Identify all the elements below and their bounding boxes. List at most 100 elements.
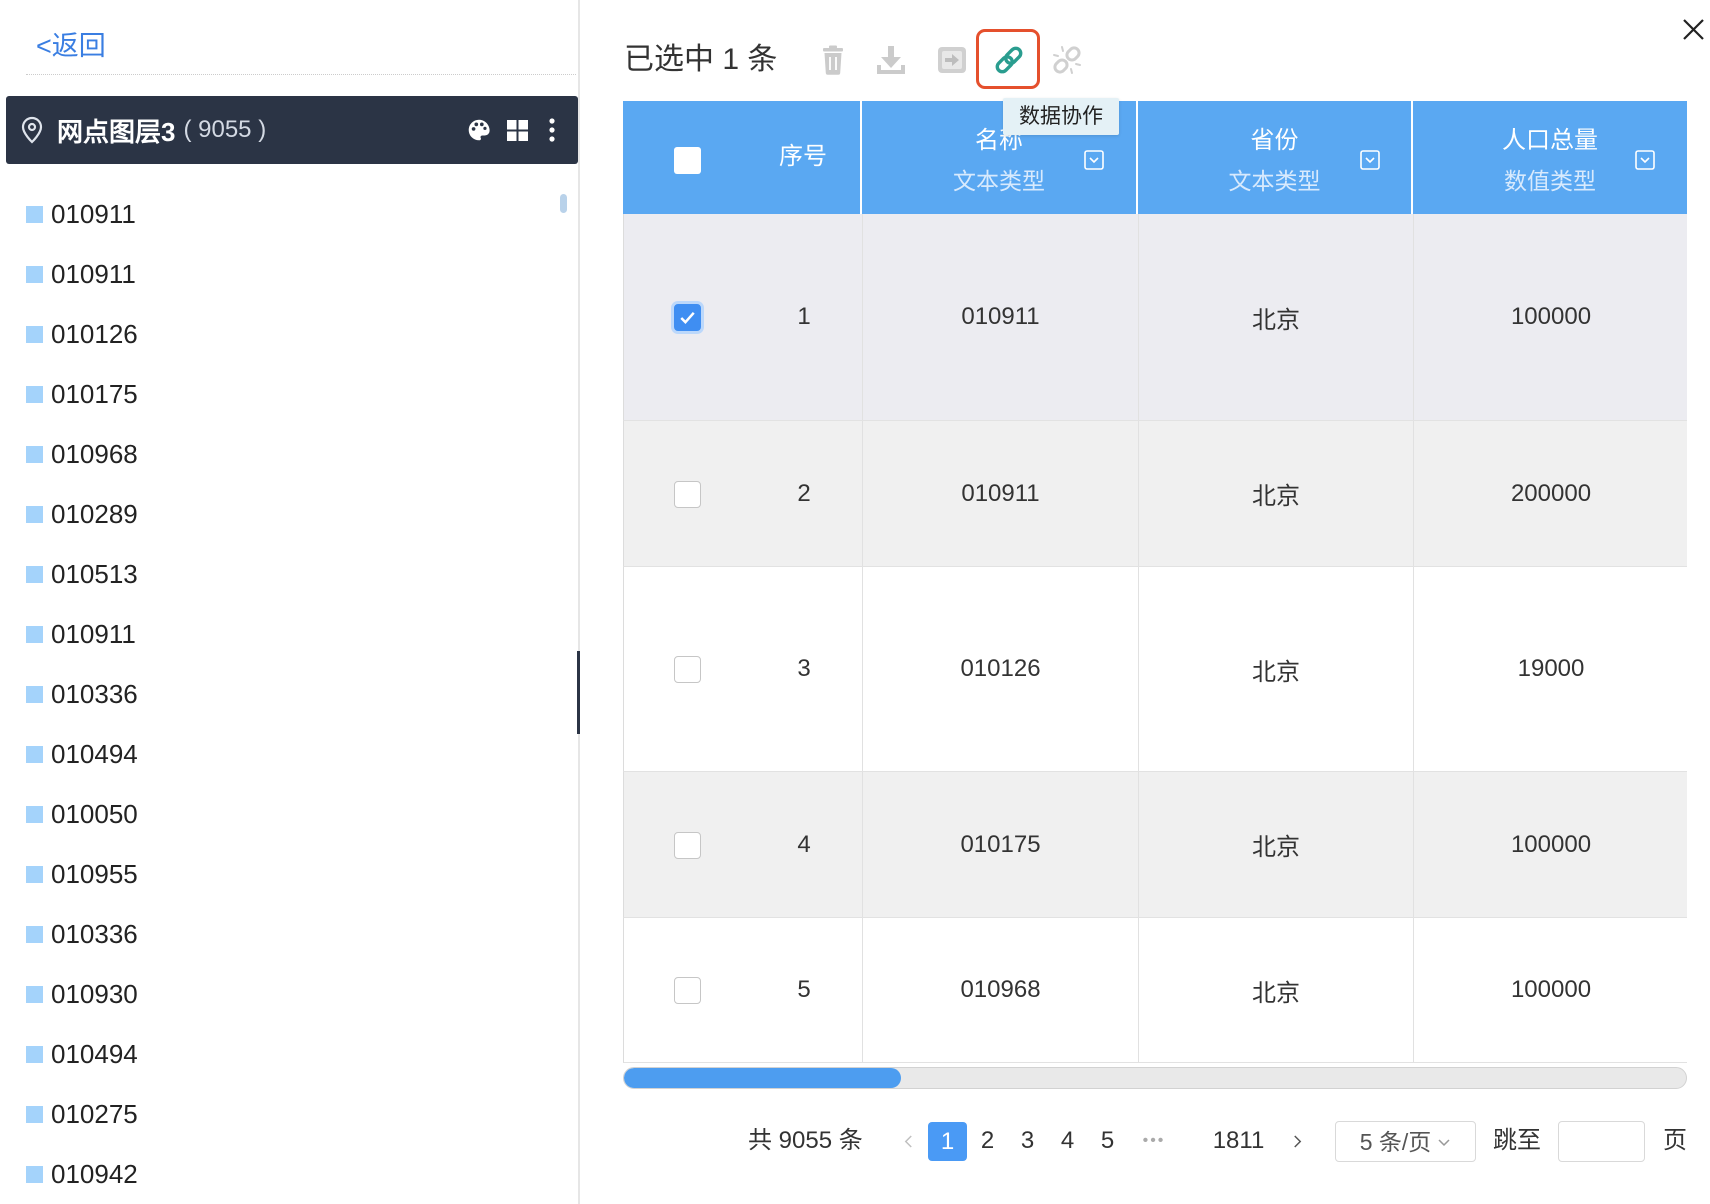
table-row[interactable]: 1 010911 北京 100000 (623, 214, 1687, 421)
jump-label: 跳至 (1493, 1127, 1541, 1154)
row-checkbox[interactable] (674, 656, 701, 683)
grid-icon[interactable] (507, 120, 528, 141)
layer-item-label: 010911 (51, 198, 136, 229)
layer-item-label: 010968 (51, 438, 138, 469)
table-row[interactable]: 5 010968 北京 100000 (623, 918, 1687, 1063)
column-filter-icon[interactable] (1360, 150, 1380, 170)
color-swatch (26, 385, 43, 403)
layer-list-item[interactable]: 010336 (0, 904, 556, 964)
color-swatch (26, 565, 43, 583)
page-size-select[interactable]: 5 条/页 (1335, 1121, 1476, 1162)
page-button-last[interactable]: 1811 (1206, 1121, 1271, 1161)
layer-list-item[interactable]: 010955 (0, 844, 556, 904)
download-icon[interactable] (874, 43, 908, 77)
cell-index: 2 (624, 421, 863, 566)
page-button[interactable]: 2 (968, 1121, 1007, 1161)
panel-scrollbar-thumb[interactable] (577, 651, 580, 734)
layer-list-item[interactable]: 010513 (0, 544, 556, 604)
data-table: 序号 名称 文本类型 省份 文本类型 人口总量 数值类型 1 010911 北京 10… (623, 101, 1687, 1063)
layer-list-item[interactable]: 010494 (0, 1024, 556, 1084)
column-filter-icon[interactable] (1084, 150, 1104, 170)
page-size-value: 5 条/页 (1359, 1128, 1432, 1155)
header-cell-population: 人口总量 数值类型 (1413, 101, 1687, 214)
cell-population: 100000 (1510, 830, 1592, 858)
horizontal-scrollbar-thumb[interactable] (624, 1068, 901, 1088)
header-cell-province: 省份 文本类型 (1138, 101, 1413, 214)
table-row[interactable]: 4 010175 北京 100000 (623, 772, 1687, 918)
link-icon[interactable] (992, 43, 1026, 77)
chevron-left-icon[interactable] (898, 1121, 918, 1161)
page-button[interactable]: 1 (928, 1122, 967, 1161)
layer-list-item[interactable]: 010911 (0, 184, 556, 244)
color-swatch (26, 925, 43, 943)
layer-list-item[interactable]: 010275 (0, 1084, 556, 1144)
panel-divider (578, 0, 580, 1204)
cell-population: 19000 (1517, 655, 1585, 682)
row-checkbox[interactable] (674, 977, 701, 1004)
layer-item-list: 010911 010911 010126 010175 010968 010289 0105… (0, 184, 556, 1204)
table-header: 序号 名称 文本类型 省份 文本类型 人口总量 数值类型 (623, 101, 1687, 214)
unlink-icon[interactable] (1050, 43, 1084, 77)
layer-list-item[interactable]: 010494 (0, 724, 556, 784)
color-swatch (26, 325, 43, 343)
layer-item-label: 010955 (51, 858, 138, 889)
layer-list-item[interactable]: 010911 (0, 244, 556, 304)
horizontal-scrollbar[interactable] (623, 1067, 1687, 1089)
row-checkbox[interactable] (674, 304, 701, 331)
layer-item-label: 010050 (51, 798, 138, 829)
divider (26, 74, 576, 75)
row-checkbox[interactable] (674, 480, 701, 508)
layer-list-item[interactable]: 010968 (0, 424, 556, 484)
list-scrollbar-thumb[interactable] (560, 194, 567, 213)
cell-name: 010175 (863, 772, 1139, 917)
palette-icon[interactable] (466, 117, 492, 143)
color-swatch (26, 745, 43, 763)
page-button[interactable]: 4 (1048, 1121, 1087, 1161)
row-checkbox[interactable] (674, 831, 701, 859)
cell-province: 北京 (1139, 214, 1414, 420)
cell-population: 200000 (1510, 479, 1592, 507)
layer-header[interactable]: 网点图层3 ( 9055 ) (6, 96, 578, 164)
layer-count: ( 9055 ) (183, 116, 267, 143)
column-label: 序号 (779, 143, 827, 170)
chevron-down-icon (1437, 1135, 1451, 1149)
layer-list-item[interactable]: 010175 (0, 364, 556, 424)
cell-index: 4 (624, 772, 863, 917)
cell-index: 1 (624, 214, 863, 420)
layer-list-item[interactable]: 010911 (0, 604, 556, 664)
page-ellipsis[interactable]: ••• (1134, 1121, 1174, 1161)
page-button[interactable]: 5 (1088, 1121, 1127, 1161)
color-swatch (26, 505, 43, 523)
chevron-right-icon[interactable] (1287, 1121, 1307, 1161)
close-icon[interactable] (1681, 17, 1706, 42)
jump-page-input[interactable] (1558, 1121, 1645, 1162)
cell-name: 010126 (863, 567, 1139, 771)
layer-list-item[interactable]: 010289 (0, 484, 556, 544)
page-button[interactable]: 3 (1008, 1121, 1047, 1161)
color-swatch (26, 985, 43, 1003)
layer-title-group: 网点图层3 ( 9055 ) (57, 96, 266, 164)
layer-list-item[interactable]: 010336 (0, 664, 556, 724)
select-all-checkbox[interactable] (674, 147, 701, 174)
layer-item-label: 010289 (51, 498, 138, 529)
back-link[interactable]: <返回 (36, 28, 106, 64)
layer-list-item[interactable]: 010930 (0, 964, 556, 1024)
color-swatch (26, 625, 43, 643)
export-icon[interactable] (935, 43, 969, 77)
table-row[interactable]: 3 010126 北京 19000 (623, 567, 1687, 772)
layer-list-item[interactable]: 010126 (0, 304, 556, 364)
cell-population: 100000 (1510, 976, 1592, 1003)
column-filter-icon[interactable] (1635, 150, 1655, 170)
more-vertical-icon[interactable] (544, 116, 560, 144)
header-cell-index: 序号 (623, 101, 862, 214)
layer-list-item[interactable]: 010050 (0, 784, 556, 844)
location-pin-icon (19, 116, 45, 144)
layer-item-label: 010911 (51, 618, 136, 649)
layer-list-item[interactable]: 010942 (0, 1144, 556, 1204)
trash-icon[interactable] (816, 43, 850, 77)
layer-item-label: 010911 (51, 258, 136, 289)
layer-title: 网点图层3 (57, 116, 176, 147)
table-row[interactable]: 2 010911 北京 200000 (623, 421, 1687, 567)
cell-name: 010911 (863, 214, 1139, 420)
cell-index: 3 (624, 567, 863, 771)
